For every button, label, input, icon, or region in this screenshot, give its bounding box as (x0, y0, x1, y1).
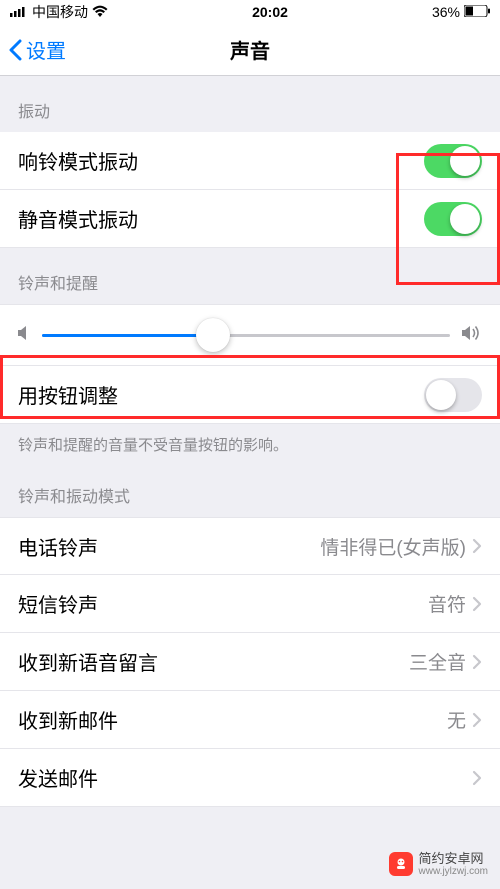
pattern-label: 短信铃声 (18, 589, 98, 618)
volume-high-icon (462, 324, 482, 347)
pattern-label: 收到新语音留言 (18, 647, 158, 676)
battery-percent: 36% (432, 4, 460, 20)
watermark: 简约安卓网 www.jylzwj.com (389, 852, 488, 877)
pattern-label: 电话铃声 (18, 532, 98, 561)
watermark-url: www.jylzwj.com (419, 866, 488, 877)
status-bar: 中国移动 20:02 36% (0, 0, 500, 24)
pattern-label: 收到新邮件 (18, 705, 118, 734)
page-title: 声音 (0, 35, 500, 64)
back-label: 设置 (26, 35, 66, 64)
patterns-header: 铃声和振动模式 (0, 461, 500, 517)
pattern-value: 情非得已(女声版) (320, 533, 482, 560)
pattern-row[interactable]: 短信铃声 音符 (0, 575, 500, 633)
volume-slider-row (0, 304, 500, 366)
back-button[interactable]: 设置 (0, 35, 66, 64)
ring-vibrate-toggle[interactable] (424, 144, 482, 178)
wifi-icon (92, 4, 108, 20)
battery-icon (464, 4, 490, 20)
chevron-left-icon (8, 39, 22, 61)
chevron-right-icon (472, 596, 482, 612)
vibration-header: 振动 (0, 76, 500, 132)
silent-vibrate-row[interactable]: 静音模式振动 (0, 190, 500, 248)
ringer-header: 铃声和提醒 (0, 248, 500, 304)
ring-vibrate-label: 响铃模式振动 (18, 146, 138, 175)
watermark-badge-icon (389, 852, 413, 876)
button-adjust-label: 用按钮调整 (18, 380, 118, 409)
pattern-value (472, 770, 482, 786)
status-time: 20:02 (252, 4, 288, 20)
silent-vibrate-label: 静音模式振动 (18, 204, 138, 233)
volume-slider-thumb[interactable] (196, 318, 230, 352)
button-adjust-toggle[interactable] (424, 378, 482, 412)
watermark-name: 简约安卓网 (419, 852, 488, 866)
nav-bar: 设置 声音 (0, 24, 500, 76)
pattern-row[interactable]: 收到新邮件 无 (0, 691, 500, 749)
carrier-text: 中国移动 (32, 2, 88, 22)
pattern-value: 三全音 (409, 648, 482, 675)
chevron-right-icon (472, 712, 482, 728)
signal-icon (10, 4, 28, 20)
pattern-row[interactable]: 电话铃声 情非得已(女声版) (0, 517, 500, 575)
silent-vibrate-toggle[interactable] (424, 202, 482, 236)
ring-vibrate-row[interactable]: 响铃模式振动 (0, 132, 500, 190)
chevron-right-icon (472, 654, 482, 670)
button-adjust-row[interactable]: 用按钮调整 (0, 366, 500, 424)
pattern-value: 音符 (428, 590, 482, 617)
pattern-label: 发送邮件 (18, 763, 98, 792)
pattern-value: 无 (447, 706, 482, 733)
pattern-row[interactable]: 收到新语音留言 三全音 (0, 633, 500, 691)
ringer-footer: 铃声和提醒的音量不受音量按钮的影响。 (0, 424, 500, 461)
pattern-row[interactable]: 发送邮件 (0, 749, 500, 807)
volume-slider[interactable] (42, 334, 450, 337)
chevron-right-icon (472, 770, 482, 786)
volume-low-icon (18, 325, 30, 346)
chevron-right-icon (472, 538, 482, 554)
